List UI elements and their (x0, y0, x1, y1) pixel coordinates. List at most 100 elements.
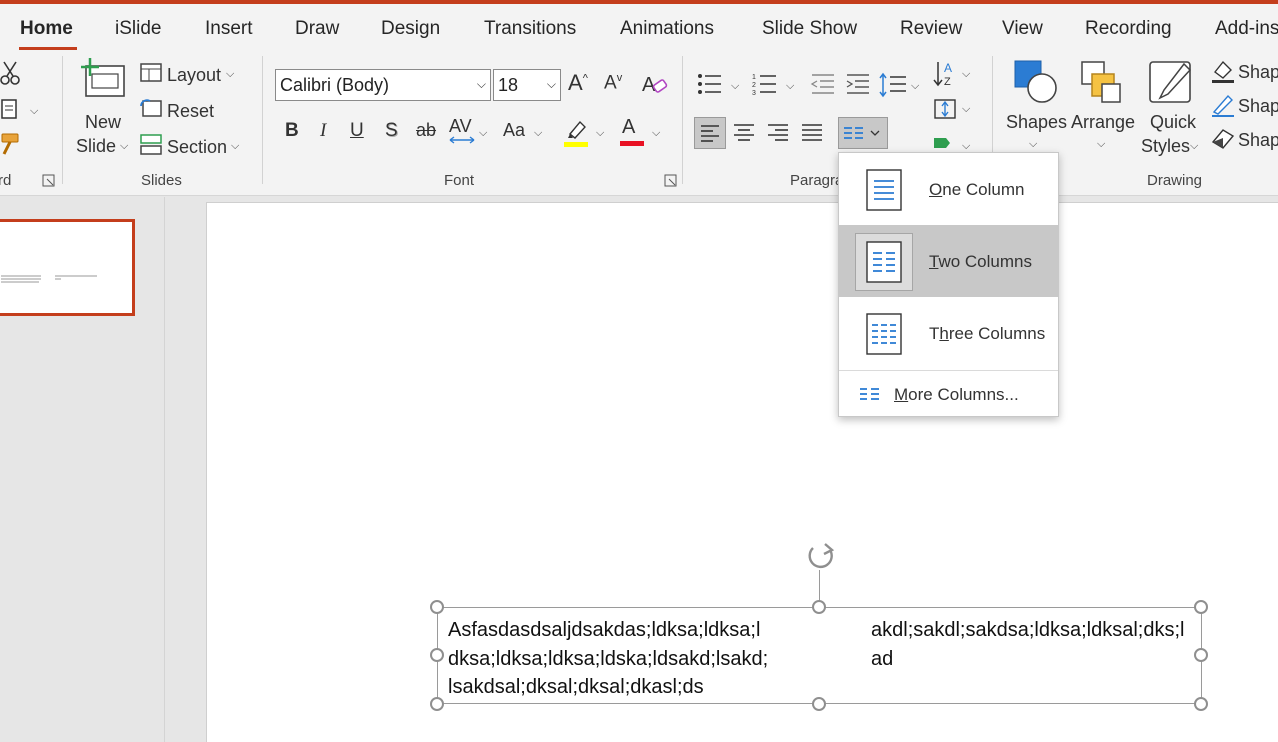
shape-outline-button[interactable]: Shap (1238, 96, 1278, 117)
resize-handle-bottom-right[interactable] (1194, 697, 1208, 711)
menu-item-one-column[interactable]: One Column (839, 153, 1058, 225)
align-text-icon[interactable] (932, 96, 960, 122)
reset-icon[interactable] (140, 98, 162, 118)
shape-effects-icon[interactable] (1210, 126, 1236, 150)
italic-button[interactable]: I (320, 120, 326, 142)
justify-button[interactable] (797, 117, 829, 149)
tab-transitions[interactable]: Transitions (484, 18, 576, 40)
quick-styles-icon[interactable] (1148, 58, 1196, 106)
tab-slide-show[interactable]: Slide Show (762, 18, 857, 40)
tab-home[interactable]: Home (20, 18, 73, 40)
quick-styles-label-2[interactable]: Styles (1141, 136, 1190, 157)
copy-icon[interactable] (0, 98, 22, 122)
shape-effects-button[interactable]: Shap (1238, 130, 1278, 151)
chevron-down-icon[interactable]: ⌵ (479, 127, 487, 140)
shape-outline-icon[interactable] (1210, 92, 1236, 118)
section-icon[interactable] (140, 134, 162, 156)
strikethrough-button[interactable]: ab (416, 120, 436, 141)
new-slide-icon[interactable] (80, 58, 128, 100)
shrink-font-icon[interactable]: Av (604, 72, 622, 94)
shapes-button[interactable]: Shapes (1006, 112, 1067, 133)
grow-font-icon[interactable]: A^ (568, 70, 588, 96)
chevron-down-icon[interactable]: ⌵ (534, 127, 542, 140)
change-case-button[interactable]: Aa (503, 120, 525, 141)
section-button[interactable]: Section (167, 137, 227, 158)
arrange-icon[interactable] (1080, 60, 1126, 104)
rotate-handle-icon[interactable] (803, 540, 843, 574)
new-slide-label-2[interactable]: Slide (76, 136, 116, 157)
align-right-button[interactable] (763, 117, 795, 149)
textbox-column-2[interactable]: akdl;sakdl;sakdsa;ldksa;ldksal;dks;lad (871, 616, 1189, 673)
resize-handle-top-left[interactable] (430, 600, 444, 614)
line-spacing-icon[interactable] (879, 72, 907, 98)
dialog-launcher-icon[interactable] (664, 174, 678, 188)
tab-recording[interactable]: Recording (1085, 18, 1172, 40)
tab-view[interactable]: View (1002, 18, 1043, 40)
tab-design[interactable]: Design (381, 18, 440, 40)
resize-handle-bottom-left[interactable] (430, 697, 444, 711)
align-center-button[interactable] (729, 117, 761, 149)
resize-handle-top-right[interactable] (1194, 600, 1208, 614)
clear-formatting-icon[interactable]: A (641, 70, 669, 98)
resize-handle-right[interactable] (1194, 648, 1208, 662)
arrange-button[interactable]: Arrange (1071, 112, 1135, 133)
layout-icon[interactable] (140, 63, 162, 83)
chevron-down-icon[interactable]: ⌵ (1097, 138, 1105, 151)
tab-animations[interactable]: Animations (620, 18, 714, 40)
chevron-down-icon[interactable]: ⌵ (477, 77, 486, 92)
underline-button[interactable]: U (350, 120, 364, 142)
font-size-select[interactable]: 18 ⌵ (493, 69, 561, 101)
menu-item-more-columns[interactable]: More Columns... (839, 371, 1058, 417)
new-slide-label-1[interactable]: New (85, 112, 121, 133)
chevron-down-icon[interactable]: ⌵ (226, 68, 234, 81)
bullets-icon[interactable] (697, 72, 723, 96)
resize-handle-top[interactable] (812, 600, 826, 614)
font-color-button[interactable]: A (622, 116, 635, 139)
layout-button[interactable]: Layout (167, 65, 221, 86)
tab-draw[interactable]: Draw (295, 18, 339, 40)
character-spacing-button[interactable]: AV (449, 116, 472, 137)
bold-button[interactable]: B (285, 120, 299, 142)
two-column-textbox[interactable]: Asfasdasdsaljdsakdas;ldksa;ldksa;ldksa;l… (437, 607, 1202, 704)
shadow-button[interactable]: S (385, 120, 398, 142)
textbox-column-1[interactable]: Asfasdasdsaljdsakdas;ldksa;ldksa;ldksa;l… (448, 616, 770, 702)
shape-fill-button[interactable]: Shap (1238, 62, 1278, 83)
cut-icon[interactable] (0, 60, 22, 86)
columns-button[interactable] (838, 117, 888, 149)
chevron-down-icon[interactable]: ⌵ (962, 68, 970, 81)
chevron-down-icon[interactable]: ⌵ (1029, 138, 1037, 151)
shape-fill-icon[interactable] (1210, 58, 1236, 84)
tab-review[interactable]: Review (900, 18, 962, 40)
chevron-down-icon[interactable]: ⌵ (120, 140, 128, 153)
shapes-icon[interactable] (1012, 58, 1060, 106)
decrease-indent-icon[interactable] (810, 72, 836, 96)
tab-insert[interactable]: Insert (205, 18, 253, 40)
resize-handle-bottom[interactable] (812, 697, 826, 711)
font-family-select[interactable]: Calibri (Body) ⌵ (275, 69, 491, 101)
chevron-down-icon[interactable]: ⌵ (30, 105, 38, 118)
reset-button[interactable]: Reset (167, 101, 214, 122)
menu-item-two-columns[interactable]: Two Columns (839, 225, 1058, 297)
increase-indent-icon[interactable] (845, 72, 871, 96)
chevron-down-icon[interactable]: ⌵ (911, 80, 919, 93)
chevron-down-icon[interactable]: ⌵ (1190, 140, 1198, 153)
resize-handle-left[interactable] (430, 648, 444, 662)
chevron-down-icon[interactable]: ⌵ (786, 80, 794, 93)
tab-add-ins[interactable]: Add-ins (1215, 18, 1278, 40)
chevron-down-icon[interactable]: ⌵ (231, 140, 239, 153)
chevron-down-icon[interactable]: ⌵ (962, 103, 970, 116)
format-painter-icon[interactable] (0, 132, 24, 156)
chevron-down-icon[interactable]: ⌵ (652, 127, 660, 140)
tab-islide[interactable]: iSlide (115, 18, 161, 40)
quick-styles-label-1[interactable]: Quick (1150, 112, 1196, 133)
smartart-icon[interactable] (932, 134, 960, 154)
slide-thumbnail-1[interactable] (0, 219, 135, 316)
chevron-down-icon[interactable]: ⌵ (547, 77, 556, 92)
menu-item-three-columns[interactable]: Three Columns (839, 297, 1058, 369)
chevron-down-icon[interactable]: ⌵ (596, 127, 604, 140)
align-left-button[interactable] (694, 117, 726, 149)
dialog-launcher-icon[interactable] (42, 174, 56, 188)
text-direction-icon[interactable]: A Z (932, 60, 960, 88)
numbering-icon[interactable]: 1 2 3 (752, 72, 778, 96)
chevron-down-icon[interactable]: ⌵ (731, 80, 739, 93)
